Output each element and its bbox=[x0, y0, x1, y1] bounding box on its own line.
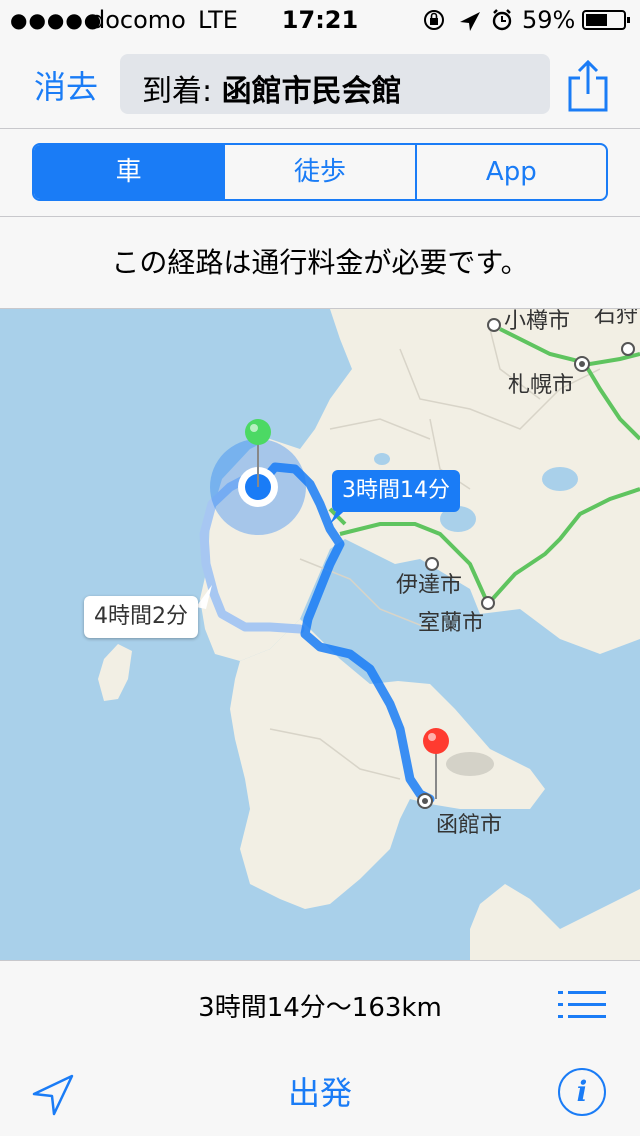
tab-car[interactable]: 車 bbox=[34, 145, 226, 199]
route-alt-time-callout[interactable]: 4時間2分 bbox=[84, 596, 198, 638]
lake-shikotsu bbox=[542, 467, 578, 491]
land-aomori bbox=[470, 884, 640, 960]
toll-notice: この経路は通行料金が必要です。 bbox=[0, 217, 640, 309]
end-pin-shadow bbox=[446, 752, 494, 776]
navigation-bar: 消去 到着: 函館市民会館 bbox=[0, 40, 640, 129]
share-icon[interactable] bbox=[566, 60, 610, 114]
destination-text: 到着: 函館市民会館 bbox=[142, 66, 402, 110]
map-label-sapporo: 札幌市 bbox=[508, 373, 575, 398]
map-label-ishikari: 石狩 bbox=[594, 309, 639, 328]
alarm-icon bbox=[492, 9, 512, 31]
battery-percent: 59% bbox=[522, 6, 576, 34]
land-island bbox=[98, 644, 132, 701]
destination-field[interactable]: 到着: 函館市民会館 bbox=[120, 54, 550, 114]
start-button[interactable]: 出発 bbox=[288, 1074, 352, 1112]
start-button-row: 出発 bbox=[0, 1068, 640, 1114]
list-icon[interactable] bbox=[558, 989, 606, 1021]
end-pin-head bbox=[423, 728, 449, 754]
info-button[interactable]: i bbox=[558, 1068, 606, 1116]
tab-walk[interactable]: 徒歩 bbox=[225, 145, 417, 199]
land-peninsula bbox=[230, 619, 545, 909]
route-primary-time-callout[interactable]: 3時間14分 bbox=[332, 470, 460, 512]
map-view[interactable]: 小樽市 石狩 札幌市 伊達市 室蘭市 函館市 3時間14分 4時間2分 bbox=[0, 309, 640, 960]
status-icons bbox=[424, 9, 512, 31]
transport-mode-area: 車 徒歩 App bbox=[0, 129, 640, 217]
destination-prefix: 到着: bbox=[142, 74, 222, 109]
route-summary-text: 3時間14分〜163km bbox=[198, 993, 442, 1023]
lake-small bbox=[374, 453, 390, 465]
destination-name: 函館市民会館 bbox=[221, 74, 402, 109]
tab-app[interactable]: App bbox=[417, 145, 606, 199]
battery-icon bbox=[582, 10, 630, 30]
map-label-date: 伊達市 bbox=[396, 573, 463, 598]
status-bar: ●●●●● docomo LTE 17:21 59% bbox=[0, 0, 640, 40]
start-pin-head bbox=[245, 419, 271, 445]
bottom-toolbar: 出発 i bbox=[0, 1048, 640, 1136]
rotation-lock-icon bbox=[424, 10, 444, 30]
transport-mode-segmented-control: 車 徒歩 App bbox=[32, 143, 608, 201]
map-label-muroran: 室蘭市 bbox=[418, 611, 485, 636]
clear-button[interactable]: 消去 bbox=[34, 62, 98, 108]
map-label-otaru: 小樽市 bbox=[504, 309, 571, 334]
location-arrow-icon bbox=[460, 12, 480, 31]
map-label-hakodate: 函館市 bbox=[436, 813, 503, 838]
route-summary-bar: 3時間14分〜163km bbox=[0, 960, 640, 1049]
